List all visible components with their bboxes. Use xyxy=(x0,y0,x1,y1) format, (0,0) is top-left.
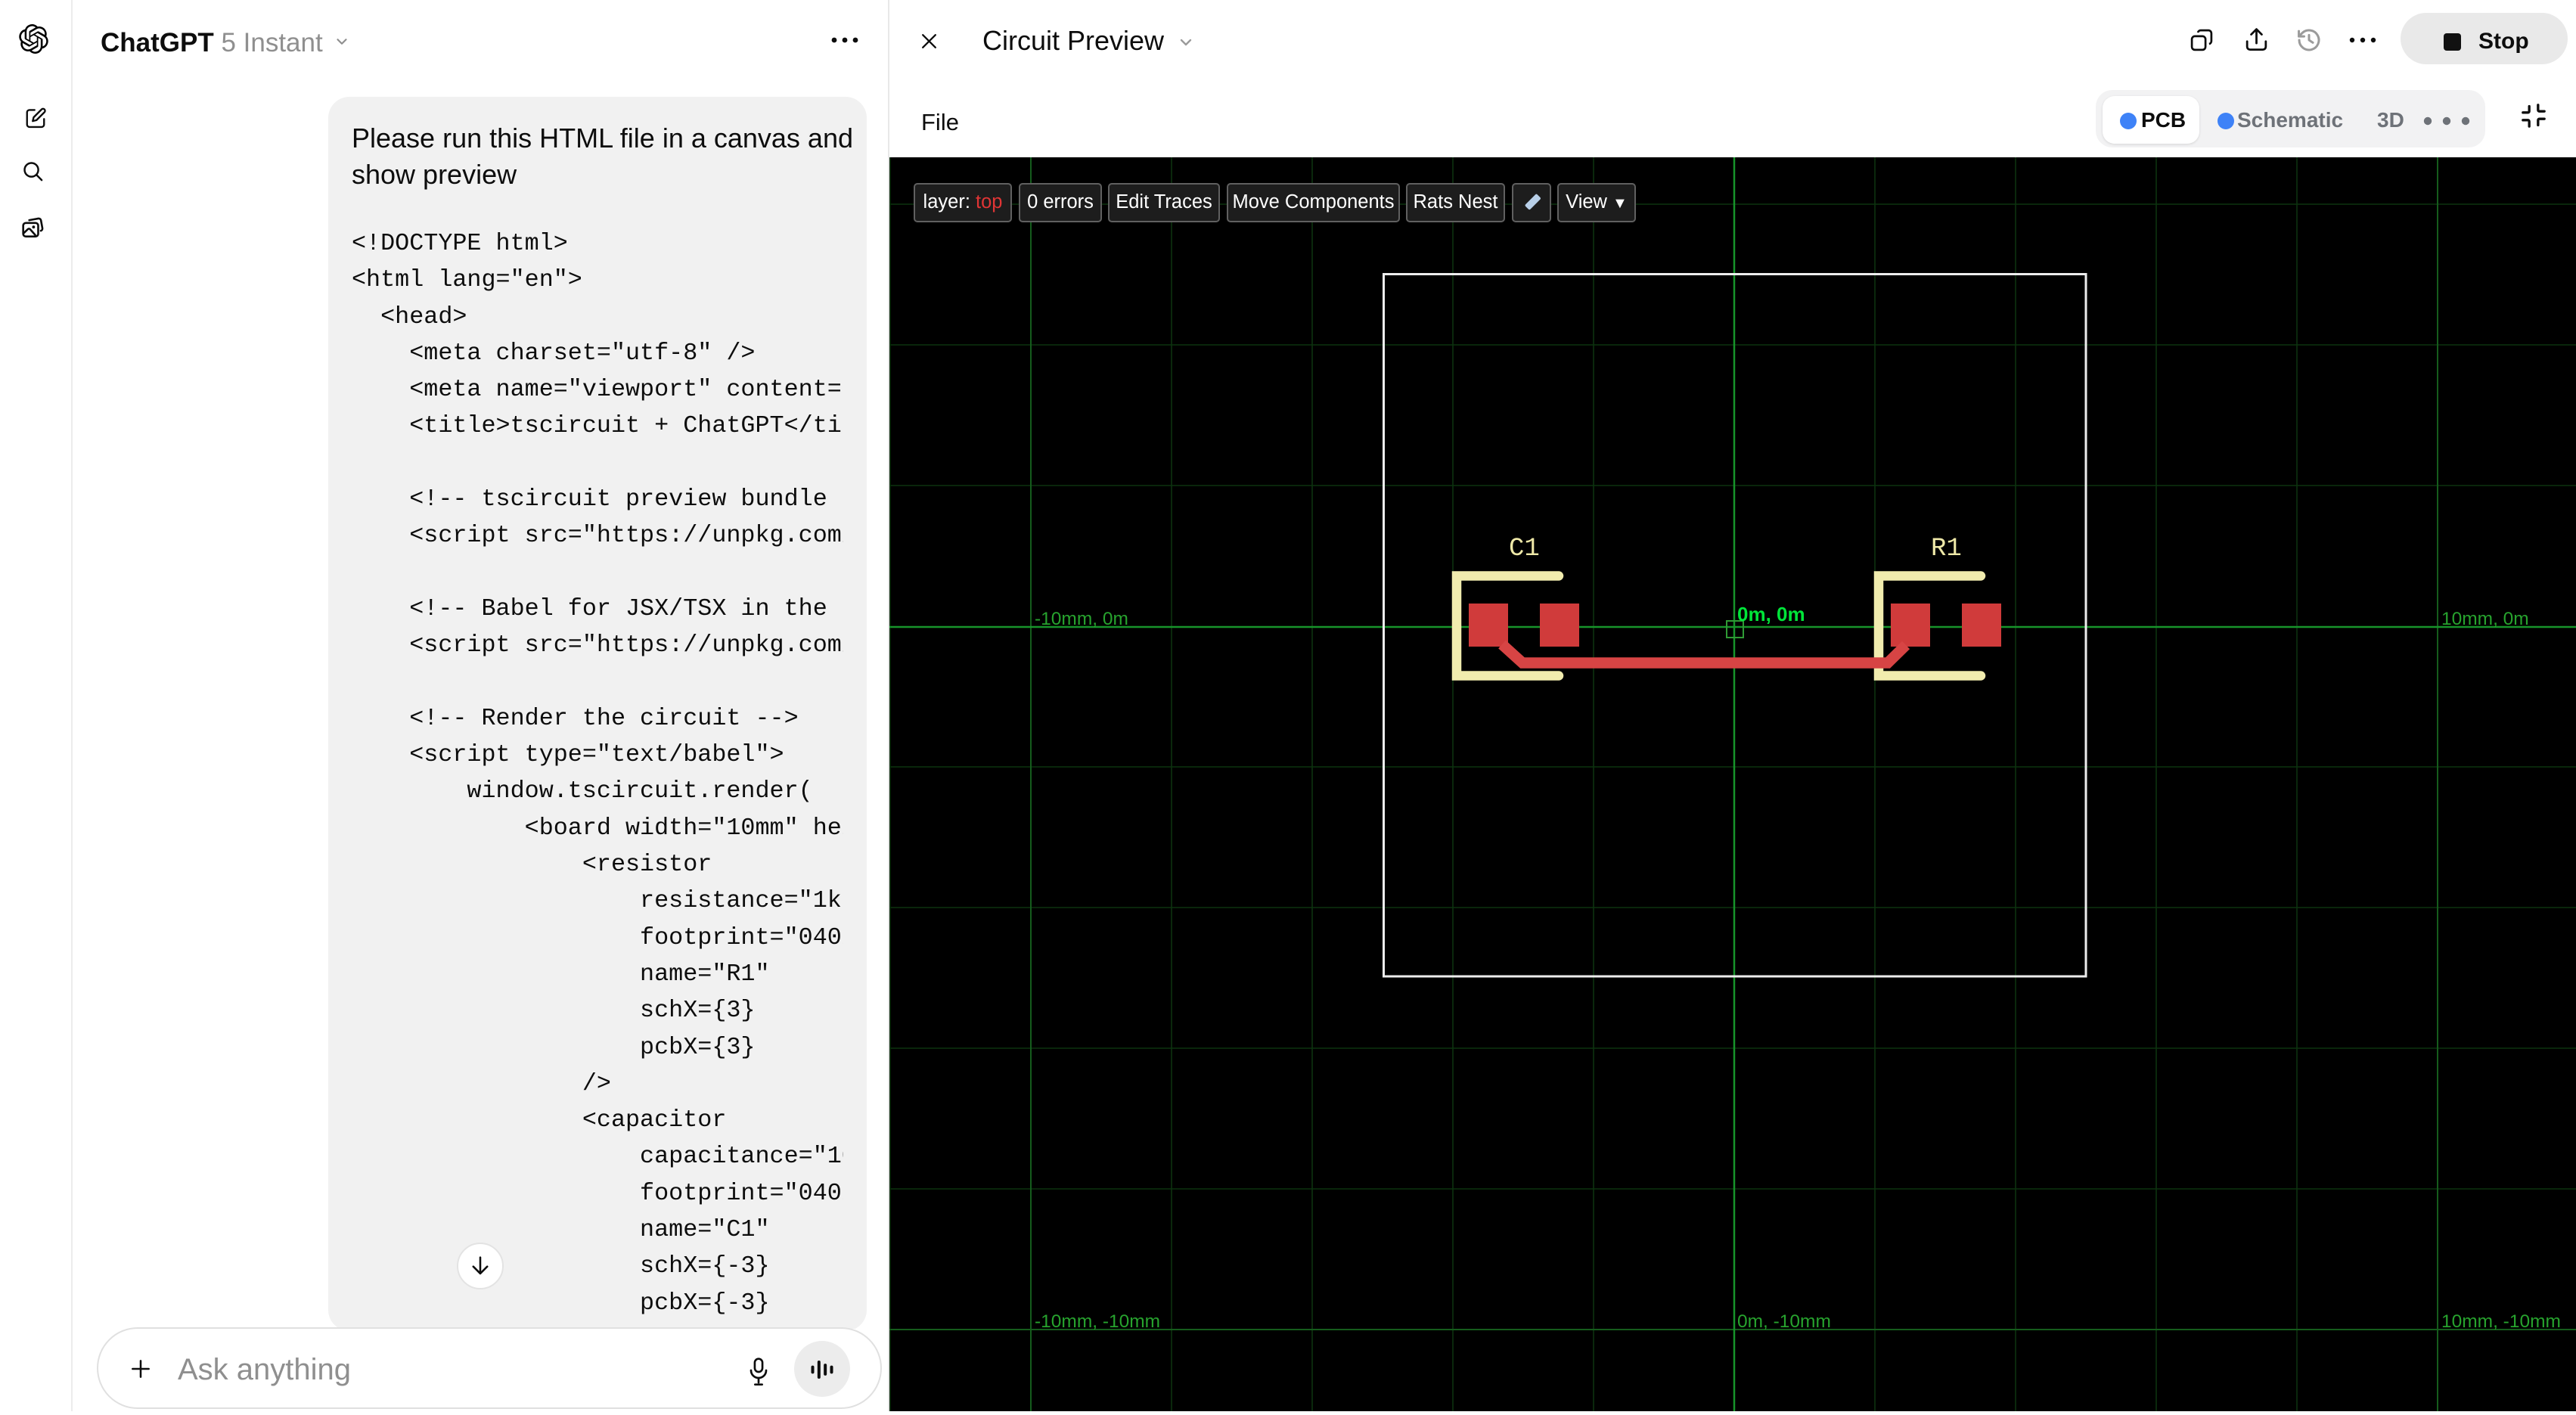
svg-text:-10mm, -10mm: -10mm, -10mm xyxy=(1035,1311,1160,1332)
svg-text:0m, 0m: 0m, 0m xyxy=(1737,603,1805,625)
svg-text:10mm, -10mm: 10mm, -10mm xyxy=(2441,1311,2561,1332)
svg-text:10mm, 0m: 10mm, 0m xyxy=(2441,609,2529,629)
svg-text:R1: R1 xyxy=(1931,535,1962,563)
svg-text:-10mm, 0m: -10mm, 0m xyxy=(1035,609,1128,629)
svg-text:0m, -10mm: 0m, -10mm xyxy=(1737,1311,1831,1332)
svg-text:C1: C1 xyxy=(1509,535,1540,563)
